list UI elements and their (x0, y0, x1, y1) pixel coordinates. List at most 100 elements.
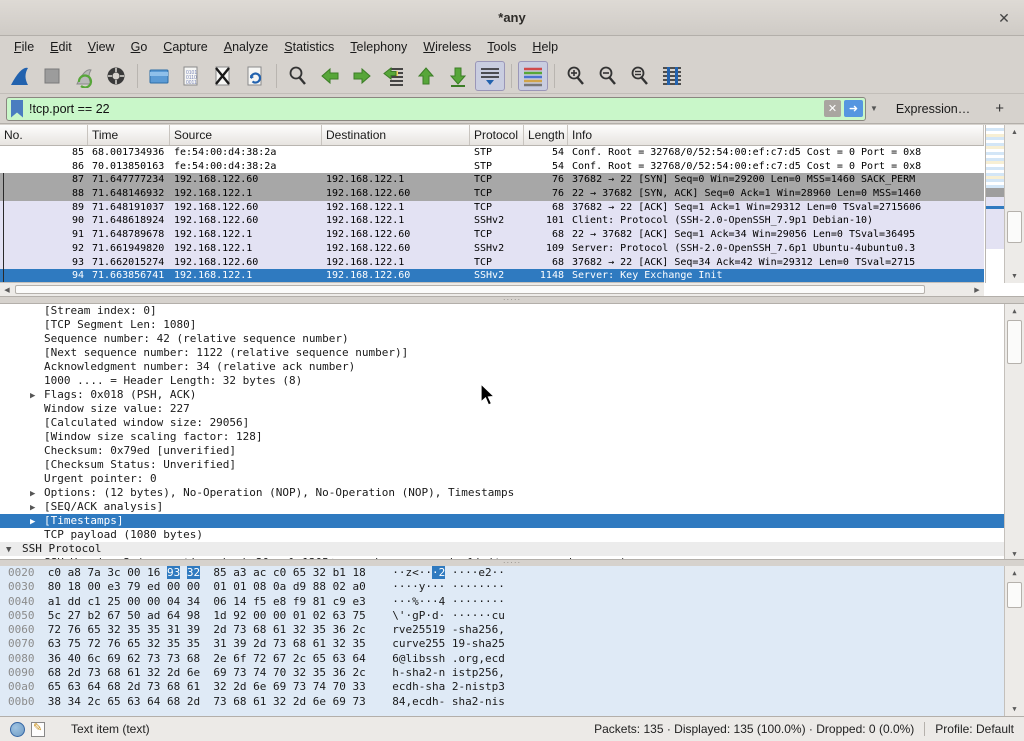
menu-telephony[interactable]: Telephony (342, 38, 415, 56)
menu-file[interactable]: File (6, 38, 42, 56)
expand-icon[interactable]: ▶ (30, 389, 35, 403)
hex-row-0060[interactable]: 0060 72 76 65 32 35 35 31 39 2d 73 68 61… (0, 623, 1024, 637)
menu-analyze[interactable]: Analyze (216, 38, 276, 56)
scroll-thumb[interactable] (1007, 211, 1022, 243)
hex-row-0080[interactable]: 0080 36 40 6c 69 62 73 73 68 2e 6f 72 67… (0, 652, 1024, 666)
scroll-thumb[interactable] (1007, 582, 1022, 608)
menu-capture[interactable]: Capture (155, 38, 215, 56)
column-header-destination[interactable]: Destination (322, 125, 470, 145)
scroll-down-icon[interactable]: ▼ (1005, 269, 1024, 283)
detail-line[interactable]: [Next sequence number: 1122 (relative se… (0, 346, 1024, 360)
go-last-icon[interactable] (443, 61, 473, 91)
menu-tools[interactable]: Tools (479, 38, 524, 56)
colorize-icon[interactable] (518, 61, 548, 91)
display-filter-input[interactable] (29, 102, 824, 116)
packet-row-85[interactable]: 8568.001734936fe:54:00:d4:38:2aSTP54Conf… (0, 146, 984, 160)
add-filter-button[interactable]: + (989, 100, 1010, 117)
scroll-down-icon[interactable]: ▼ (1005, 547, 1024, 560)
column-header-time[interactable]: Time (88, 125, 170, 145)
detail-line[interactable]: [Stream index: 0] (0, 304, 1024, 318)
detail-line[interactable]: Acknowledgment number: 34 (relative ack … (0, 360, 1024, 374)
hex-row-00a0[interactable]: 00a0 65 63 64 68 2d 73 68 61 32 2d 6e 69… (0, 680, 1024, 694)
detail-line[interactable]: 1000 .... = Header Length: 32 bytes (8) (0, 374, 1024, 388)
hex-row-0030[interactable]: 0030 80 18 00 e3 79 ed 00 00 01 01 08 0a… (0, 580, 1024, 594)
detail-line[interactable]: Urgent pointer: 0 (0, 472, 1024, 486)
expand-icon[interactable]: ▶ (30, 515, 35, 529)
detail-line[interactable]: Checksum: 0x79ed [unverified] (0, 444, 1024, 458)
detail-line[interactable]: ▼SSH Protocol (0, 542, 1024, 556)
stop-capture-icon[interactable] (37, 61, 67, 91)
filter-apply-icon[interactable]: ➜ (844, 100, 863, 117)
column-header-length[interactable]: Length (524, 125, 568, 145)
packet-row-93[interactable]: 9371.662015274192.168.122.60192.168.122.… (0, 256, 984, 270)
hex-row-0050[interactable]: 0050 5c 27 b2 67 50 ad 64 98 1d 92 00 00… (0, 609, 1024, 623)
zoom-in-icon[interactable] (561, 61, 591, 91)
packet-row-90[interactable]: 9071.648618924192.168.122.60192.168.122.… (0, 214, 984, 228)
go-back-icon[interactable] (315, 61, 345, 91)
packet-row-87[interactable]: 8771.647777234192.168.122.60192.168.122.… (0, 173, 984, 187)
expand-icon[interactable]: ▶ (30, 487, 35, 501)
hex-row-0090[interactable]: 0090 68 2d 73 68 61 32 2d 6e 69 73 74 70… (0, 666, 1024, 680)
hscroll-thumb[interactable] (15, 285, 925, 294)
menu-go[interactable]: Go (123, 38, 156, 56)
scroll-thumb[interactable] (1007, 320, 1022, 364)
restart-capture-icon[interactable] (69, 61, 99, 91)
packet-row-92[interactable]: 9271.661949820192.168.122.1192.168.122.6… (0, 242, 984, 256)
hex-row-0020[interactable]: 0020 c0 a8 7a 3c 00 16 93 32 85 a3 ac c0… (0, 566, 1024, 580)
detail-line[interactable]: TCP payload (1080 bytes) (0, 528, 1024, 542)
packet-row-86[interactable]: 8670.013850163fe:54:00:d4:38:2aSTP54Conf… (0, 160, 984, 174)
filter-history-caret-icon[interactable]: ▼ (866, 104, 882, 113)
hex-row-0040[interactable]: 0040 a1 dd c1 25 00 00 04 34 06 14 f5 e8… (0, 595, 1024, 609)
column-header-no[interactable]: No. (0, 125, 88, 145)
find-packet-icon[interactable] (283, 61, 313, 91)
menu-view[interactable]: View (80, 38, 123, 56)
expert-info-icon[interactable] (10, 722, 25, 737)
column-header-source[interactable]: Source (170, 125, 322, 145)
collapse-icon[interactable]: ▼ (6, 543, 11, 557)
open-file-icon[interactable] (144, 61, 174, 91)
scroll-left-icon[interactable]: ◀ (0, 283, 14, 297)
save-file-icon[interactable]: 010101100011 (176, 61, 206, 91)
expression-button[interactable]: Expression… (896, 102, 970, 116)
detail-line[interactable]: [TCP Segment Len: 1080] (0, 318, 1024, 332)
menu-help[interactable]: Help (524, 38, 566, 56)
detail-line[interactable]: ▶[Timestamps] (0, 514, 1024, 528)
scroll-up-icon[interactable]: ▲ (1005, 304, 1024, 318)
detail-line[interactable]: [Calculated window size: 29056] (0, 416, 1024, 430)
resize-columns-icon[interactable] (657, 61, 687, 91)
filter-clear-icon[interactable]: ✕ (824, 100, 841, 117)
packet-list-hscrollbar[interactable]: ◀ ▶ (0, 282, 984, 296)
close-file-icon[interactable] (208, 61, 238, 91)
menu-edit[interactable]: Edit (42, 38, 80, 56)
packet-row-89[interactable]: 8971.648191037192.168.122.60192.168.122.… (0, 201, 984, 215)
detail-line[interactable]: [Checksum Status: Unverified] (0, 458, 1024, 472)
go-to-packet-icon[interactable] (379, 61, 409, 91)
status-profile[interactable]: Profile: Default (935, 722, 1014, 736)
intelligent-scrollbar-minimap[interactable] (985, 125, 1004, 283)
capture-comment-icon[interactable] (31, 722, 45, 737)
auto-scroll-icon[interactable] (475, 61, 505, 91)
packet-list-header[interactable]: No. Time Source Destination Protocol Len… (0, 125, 984, 146)
packet-row-88[interactable]: 8871.648146932192.168.122.1192.168.122.6… (0, 187, 984, 201)
hex-row-00b0[interactable]: 00b0 38 34 2c 65 63 64 68 2d 73 68 61 32… (0, 695, 1024, 709)
hex-row-0070[interactable]: 0070 63 75 72 76 65 32 35 35 31 39 2d 73… (0, 637, 1024, 651)
scroll-right-icon[interactable]: ▶ (970, 283, 984, 297)
detail-line[interactable]: Window size value: 227 (0, 402, 1024, 416)
capture-options-icon[interactable] (101, 61, 131, 91)
expand-icon[interactable]: ▶ (30, 501, 35, 515)
go-first-icon[interactable] (411, 61, 441, 91)
packet-row-91[interactable]: 9171.648789678192.168.122.1192.168.122.6… (0, 228, 984, 242)
reload-file-icon[interactable] (240, 61, 270, 91)
detail-line[interactable]: Sequence number: 42 (relative sequence n… (0, 332, 1024, 346)
detail-line[interactable]: ▶Flags: 0x018 (PSH, ACK) (0, 388, 1024, 402)
column-header-protocol[interactable]: Protocol (470, 125, 524, 145)
detail-line[interactable]: [Window size scaling factor: 128] (0, 430, 1024, 444)
packet-row-94[interactable]: 9471.663856741192.168.122.1192.168.122.6… (0, 269, 984, 283)
scroll-down-icon[interactable]: ▼ (1005, 702, 1024, 716)
menu-statistics[interactable]: Statistics (276, 38, 342, 56)
scroll-up-icon[interactable]: ▲ (1005, 125, 1024, 139)
scroll-up-icon[interactable]: ▲ (1005, 566, 1024, 580)
zoom-original-icon[interactable] (625, 61, 655, 91)
go-forward-icon[interactable] (347, 61, 377, 91)
packet-list-vscrollbar[interactable]: ▲ ▼ (1004, 125, 1024, 283)
